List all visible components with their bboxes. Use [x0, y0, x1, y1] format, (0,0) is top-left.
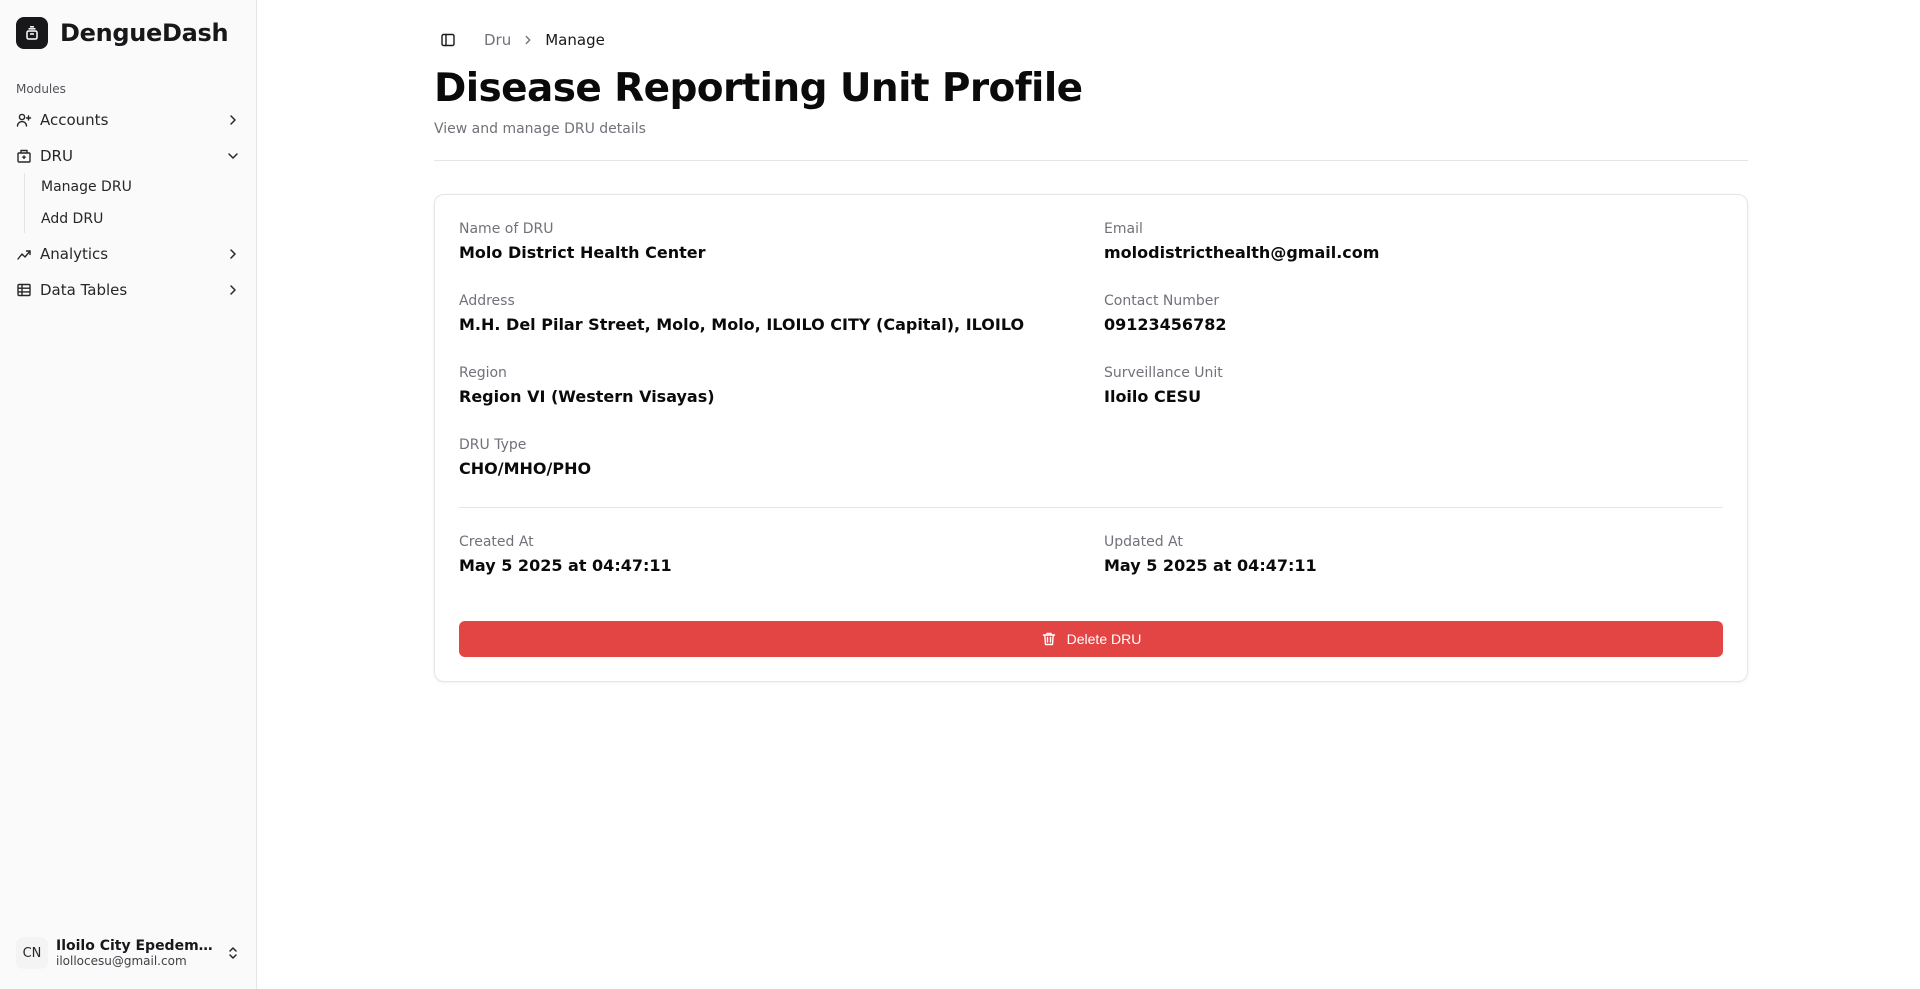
chevron-right-icon — [225, 282, 241, 298]
sidebar-subitem-add-dru[interactable]: Add DRU — [33, 205, 249, 233]
sidebar-item-label: Data Tables — [40, 281, 128, 299]
top-bar: Dru Manage — [434, 26, 605, 54]
delete-button-label: Delete DRU — [1066, 631, 1142, 647]
field-label: Email — [1104, 221, 1143, 237]
chart-icon — [16, 246, 32, 262]
field-label: DRU Type — [459, 437, 527, 453]
field-email: Email molodistricthealth@gmail.com — [1104, 221, 1379, 262]
sidebar-item-dru[interactable]: DRU — [8, 141, 249, 171]
field-label: Surveillance Unit — [1104, 365, 1223, 381]
field-label: Contact Number — [1104, 293, 1220, 309]
sidebar-nav: Accounts DRU Manage DRU Add DRU Analytic… — [8, 105, 249, 311]
field-value: M.H. Del Pilar Street, Molo, Molo, ILOIL… — [459, 315, 1025, 334]
sidebar: DengueDash Modules Accounts DRU Manage D… — [0, 0, 257, 989]
field-label: Address — [459, 293, 515, 309]
sidebar-submenu-dru: Manage DRU Add DRU — [24, 173, 249, 233]
user-info: Iloilo City Epedemiol... ilollocesu@gmai… — [56, 938, 217, 968]
field-value: Molo District Health Center — [459, 243, 706, 262]
page-subtitle: View and manage DRU details — [434, 121, 646, 137]
sidebar-group-label: Modules — [16, 82, 66, 96]
field-value: Region VI (Western Visayas) — [459, 387, 715, 406]
field-value: Iloilo CESU — [1104, 387, 1202, 406]
app-name: DengueDash — [60, 19, 229, 47]
field-label: Updated At — [1104, 534, 1183, 550]
chevrons-up-down-icon — [225, 945, 241, 961]
user-menu[interactable]: CN Iloilo City Epedemiol... ilollocesu@g… — [8, 929, 249, 977]
field-label: Name of DRU — [459, 221, 554, 237]
user-name: Iloilo City Epedemiol... — [56, 938, 217, 954]
breadcrumb: Dru Manage — [484, 31, 605, 49]
sidebar-item-label: DRU — [40, 147, 73, 165]
avatar: CN — [16, 937, 48, 969]
sidebar-item-label: Analytics — [40, 245, 109, 263]
card-divider — [459, 507, 1723, 508]
field-name: Name of DRU Molo District Health Center — [459, 221, 705, 262]
breadcrumb-link-dru[interactable]: Dru — [484, 31, 511, 49]
field-address: Address M.H. Del Pilar Street, Molo, Mol… — [459, 293, 1024, 334]
chevron-right-icon — [225, 246, 241, 262]
sidebar-item-analytics[interactable]: Analytics — [8, 239, 249, 269]
field-updated-at: Updated At May 5 2025 at 04:47:11 — [1104, 534, 1317, 575]
chevron-right-icon — [521, 33, 535, 47]
table-icon — [16, 282, 32, 298]
chevron-down-icon — [225, 148, 241, 164]
field-dru-type: DRU Type CHO/MHO/PHO — [459, 437, 591, 478]
header-divider — [434, 160, 1748, 161]
field-value: May 5 2025 at 04:47:11 — [459, 556, 672, 575]
field-value: molodistricthealth@gmail.com — [1104, 243, 1380, 262]
field-label: Created At — [459, 534, 534, 550]
sidebar-subitem-manage-dru[interactable]: Manage DRU — [33, 173, 249, 201]
sidebar-item-data-tables[interactable]: Data Tables — [8, 275, 249, 305]
dru-profile-card: Name of DRU Molo District Health Center … — [434, 194, 1748, 682]
user-plus-icon — [16, 112, 32, 128]
brand[interactable]: DengueDash — [16, 17, 229, 49]
field-created-at: Created At May 5 2025 at 04:47:11 — [459, 534, 672, 575]
sidebar-item-accounts[interactable]: Accounts — [8, 105, 249, 135]
app-logo-icon — [16, 17, 48, 49]
field-value: May 5 2025 at 04:47:11 — [1104, 556, 1317, 575]
page-title: Disease Reporting Unit Profile — [434, 66, 1083, 111]
field-value: 09123456782 — [1104, 315, 1227, 334]
field-surveillance-unit: Surveillance Unit Iloilo CESU — [1104, 365, 1223, 406]
field-contact-number: Contact Number 09123456782 — [1104, 293, 1226, 334]
user-email: ilollocesu@gmail.com — [56, 954, 187, 968]
trash-icon — [1041, 631, 1057, 647]
hospital-icon — [16, 148, 32, 164]
chevron-right-icon — [225, 112, 241, 128]
sidebar-item-label: Accounts — [40, 111, 109, 129]
field-label: Region — [459, 365, 507, 381]
field-region: Region Region VI (Western Visayas) — [459, 365, 715, 406]
sidebar-toggle-button[interactable] — [434, 26, 462, 54]
delete-dru-button[interactable]: Delete DRU — [459, 621, 1723, 657]
panel-left-icon — [440, 32, 456, 48]
field-value: CHO/MHO/PHO — [459, 459, 592, 478]
breadcrumb-current: Manage — [545, 31, 605, 49]
